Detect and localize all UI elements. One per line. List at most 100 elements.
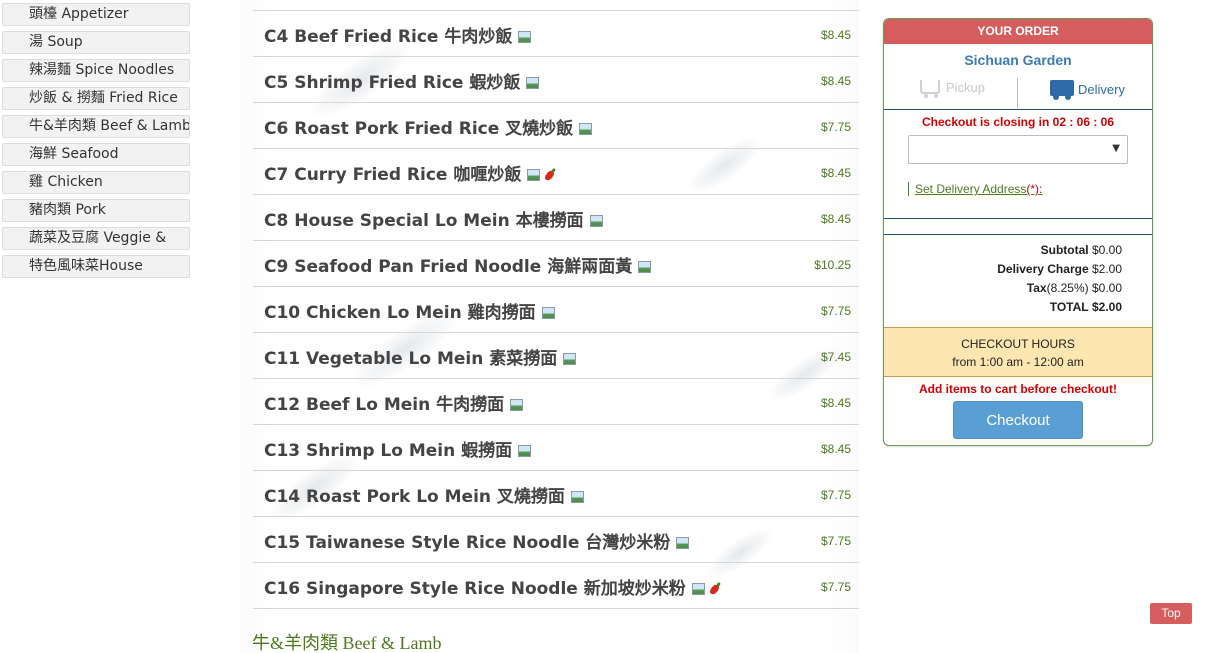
total-label: TOTAL [1049, 300, 1089, 314]
menu-item-label: C7 Curry Fried Rice 咖喱炒飯 [264, 165, 522, 185]
total-row: TOTAL $2.00 [884, 300, 1122, 319]
menu-item-price: $8.45 [820, 442, 851, 456]
menu-item-price: $8.45 [820, 396, 851, 410]
menu-item-label: C13 Shrimp Lo Mein 蝦撈面 [264, 441, 513, 461]
photo-icon[interactable] [518, 31, 532, 43]
menu-item-name: C4 Beef Fried Rice 牛肉炒飯 [264, 22, 532, 47]
sidebar-category-item[interactable]: 豬肉類 Pork [2, 199, 190, 222]
sidebar-category-item[interactable]: 牛&羊肉類 Beef & Lamb [2, 115, 190, 138]
menu-item-price: $7.75 [820, 488, 851, 502]
menu-item-row[interactable]: C4 Beef Fried Rice 牛肉炒飯 $8.45 [253, 11, 859, 57]
menu-item-row[interactable]: C13 Shrimp Lo Mein 蝦撈面 $8.45 [253, 425, 859, 471]
photo-icon[interactable] [518, 445, 532, 457]
menu-item-row[interactable]: C6 Roast Pork Fried Rice 叉燒炒飯 $7.75 [253, 103, 859, 149]
menu-item-label: C14 Roast Pork Lo Mein 叉燒撈面 [264, 487, 565, 507]
set-delivery-address-link[interactable]: Set Delivery Address(*): [908, 182, 1152, 196]
sidebar-category-item[interactable]: 炒飯 & 撈麵 Fried Rice [2, 87, 190, 110]
menu-item-price: $8.45 [820, 212, 851, 226]
menu-item-row[interactable]: C5 Shrimp Fried Rice 蝦炒飯 $8.45 [253, 57, 859, 103]
order-header: YOUR ORDER [884, 19, 1152, 44]
delivery-option[interactable]: Delivery [1050, 80, 1125, 100]
photo-icon[interactable] [526, 77, 540, 89]
add-items-message: Add items to cart before checkout! [918, 382, 1118, 396]
divider [1017, 78, 1018, 108]
sidebar-category-item[interactable]: 雞 Chicken [2, 171, 190, 194]
sidebar-category-item[interactable]: 湯 Soup [2, 31, 190, 54]
delivery-charge-label: Delivery Charge [997, 262, 1089, 276]
photo-icon[interactable] [691, 583, 705, 595]
menu-item-row[interactable]: C10 Chicken Lo Mein 雞肉撈面 $7.75 [253, 287, 859, 333]
menu-item-price: $7.75 [820, 120, 851, 134]
photo-icon[interactable] [570, 491, 584, 503]
delivery-label: Delivery [1078, 82, 1125, 97]
menu-item-price: $10.25 [814, 258, 851, 272]
sidebar-category-item[interactable]: 特色風味菜House [2, 255, 190, 278]
menu-item-label: C4 Beef Fried Rice 牛肉炒飯 [264, 27, 513, 47]
section-heading-beef-lamb: 牛&羊肉類 Beef & Lamb [252, 633, 442, 653]
menu-item-label: C5 Shrimp Fried Rice 蝦炒飯 [264, 73, 521, 93]
photo-icon[interactable] [638, 261, 652, 273]
menu-item-row[interactable]: C16 Singapore Style Rice Noodle 新加坡炒米粉 $7… [253, 563, 859, 609]
tax-label: Tax [1026, 281, 1047, 295]
menu-item-row[interactable]: C11 Vegetable Lo Mein 素菜撈面 $7.45 [253, 333, 859, 379]
pickup-option[interactable]: Pickup [920, 80, 986, 98]
sidebar-category-item[interactable]: 蔬菜及豆腐 Veggie & [2, 227, 190, 250]
back-to-top-button[interactable]: Top [1150, 603, 1192, 624]
photo-icon[interactable] [563, 353, 577, 365]
checkout-hours: CHECKOUT HOURS from 1:00 am - 12:00 am [884, 327, 1152, 377]
tax-value: $0.00 [1091, 281, 1122, 295]
menu-item-price: $7.75 [820, 580, 851, 594]
truck-icon [1050, 80, 1074, 100]
menu-list: C4 Beef Fried Rice 牛肉炒飯 $8.45 C5 Shrimp Fr… [240, 0, 859, 653]
total-value: $2.00 [1091, 300, 1122, 314]
menu-item-row[interactable]: C8 House Special Lo Mein 本樓撈面 $8.45 [253, 195, 859, 241]
chevron-down-icon: ▼ [1112, 143, 1120, 154]
menu-item-label: C8 House Special Lo Mein 本樓撈面 [264, 211, 584, 231]
sidebar-category-item[interactable]: 辣湯麵 Spice Noodles [2, 59, 190, 82]
menu-item-label: C12 Beef Lo Mein 牛肉撈面 [264, 395, 505, 415]
menu-item-row[interactable]: C9 Seafood Pan Fried Noodle 海鮮兩面黃 $10.25 [253, 241, 859, 287]
menu-item-price: $7.75 [820, 304, 851, 318]
menu-item-label: C16 Singapore Style Rice Noodle 新加坡炒米粉 [264, 579, 686, 599]
photo-icon[interactable] [541, 307, 555, 319]
menu-item-name: C9 Seafood Pan Fried Noodle 海鮮兩面黃 [264, 252, 652, 277]
menu-item-price: $7.75 [820, 534, 851, 548]
menu-item-row[interactable]: C15 Taiwanese Style Rice Noodle 台灣炒米粉 $7.… [253, 517, 859, 563]
order-panel: YOUR ORDER Sichuan Garden Pickup Deliver… [883, 18, 1153, 446]
menu-item-name: C16 Singapore Style Rice Noodle 新加坡炒米粉 [264, 574, 721, 599]
photo-icon[interactable] [579, 123, 593, 135]
menu-item-row[interactable]: C12 Beef Lo Mein 牛肉撈面 $8.45 [253, 379, 859, 425]
pickup-label: Pickup [946, 80, 986, 95]
delivery-charge-value: $2.00 [1091, 262, 1122, 276]
menu-item-label: C6 Roast Pork Fried Rice 叉燒炒飯 [264, 119, 574, 139]
menu-item-row[interactable]: C7 Curry Fried Rice 咖喱炒飯 $8.45 [253, 149, 859, 195]
menu-item-name: C14 Roast Pork Lo Mein 叉燒撈面 [264, 482, 584, 507]
checkout-button[interactable]: Checkout [953, 401, 1083, 439]
sidebar-category-item[interactable]: 頭檯 Appetizer [2, 3, 190, 26]
subtotal-value: $0.00 [1091, 243, 1122, 257]
chili-pepper-icon [544, 168, 556, 183]
restaurant-name: Sichuan Garden [964, 52, 1072, 68]
divider [884, 218, 1152, 219]
photo-icon[interactable] [510, 399, 524, 411]
menu-item-row[interactable]: C14 Roast Pork Lo Mein 叉燒撈面 $7.75 [253, 471, 859, 517]
subtotal-label: Subtotal [1040, 243, 1089, 257]
delivery-charge-row: Delivery Charge $2.00 [884, 262, 1122, 281]
menu-item-name: C11 Vegetable Lo Mein 素菜撈面 [264, 344, 577, 369]
time-select[interactable]: ▼ [908, 135, 1128, 164]
sidebar-category-item[interactable]: 海鮮 Seafood [2, 143, 190, 166]
hours-title: CHECKOUT HOURS [961, 337, 1075, 351]
menu-item-name: C12 Beef Lo Mein 牛肉撈面 [264, 390, 524, 415]
menu-item-price: $8.45 [820, 166, 851, 180]
chili-pepper-icon [708, 582, 721, 597]
photo-icon[interactable] [527, 169, 541, 181]
order-totals: Subtotal $0.00 Delivery Charge $2.00 Tax… [884, 235, 1152, 319]
menu-item-label: C15 Taiwanese Style Rice Noodle 台灣炒米粉 [264, 533, 671, 553]
photo-icon[interactable] [676, 537, 690, 549]
cart-icon [920, 80, 940, 98]
photo-icon[interactable] [589, 215, 603, 227]
menu-item-price: $7.45 [820, 350, 851, 364]
category-sidebar: 頭檯 Appetizer 湯 Soup 辣湯麵 Spice Noodles 炒飯 & … [2, 3, 190, 283]
menu-item-name: C5 Shrimp Fried Rice 蝦炒飯 [264, 68, 540, 93]
subtotal-row: Subtotal $0.00 [884, 243, 1122, 262]
